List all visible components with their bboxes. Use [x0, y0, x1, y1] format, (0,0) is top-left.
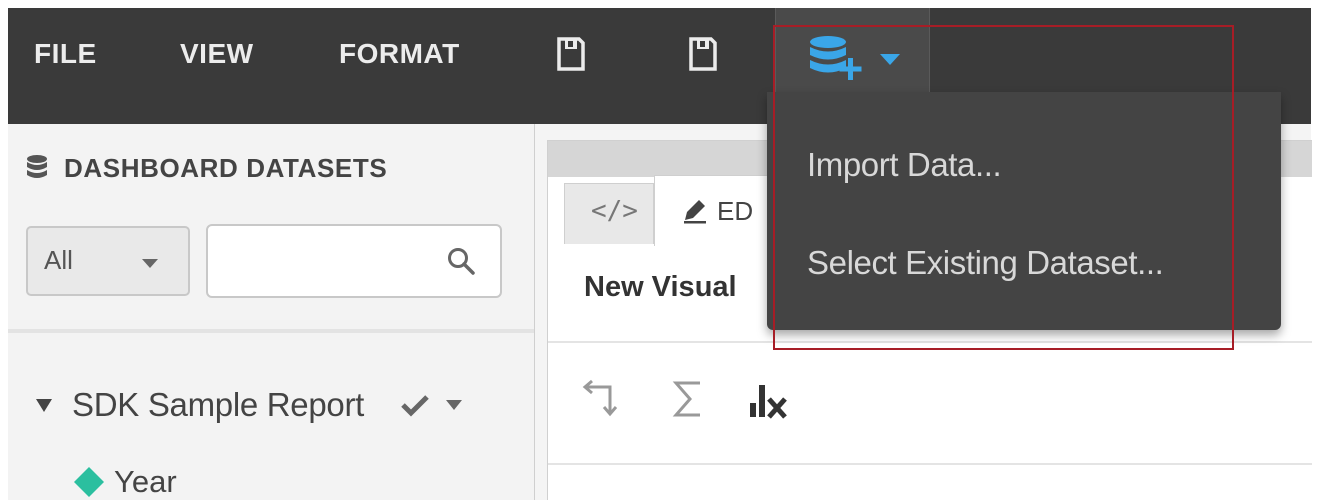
- diamond-icon: [74, 467, 104, 497]
- datasets-header: DASHBOARD DATASETS: [26, 152, 387, 184]
- menu-file[interactable]: FILE: [34, 38, 97, 70]
- pencil-icon: [684, 200, 706, 224]
- canvas-divider: [548, 463, 1312, 465]
- panel-divider: [8, 329, 534, 333]
- menu-format[interactable]: FORMAT: [339, 38, 460, 70]
- save-icon[interactable]: [556, 36, 586, 72]
- dataset-name: SDK Sample Report: [72, 386, 365, 423]
- dataset-filter-select[interactable]: All: [26, 226, 190, 296]
- add-dataset-dropdown-trigger[interactable]: [775, 8, 930, 104]
- field-label: Year: [114, 464, 177, 499]
- menu-item-select-existing-dataset[interactable]: Select Existing Dataset...: [807, 244, 1164, 282]
- app-frame: FILE VIEW FORMAT DASHBOARD DATASETS All …: [0, 0, 1319, 500]
- save-as-icon[interactable]: [688, 36, 718, 72]
- sigma-icon[interactable]: [668, 377, 708, 421]
- dataset-search-input[interactable]: [218, 236, 442, 284]
- dataset-tree-item[interactable]: SDK Sample Report: [36, 386, 463, 424]
- code-icon: </>: [591, 196, 638, 226]
- chevron-down-icon: [880, 54, 900, 65]
- panel-title: DASHBOARD DATASETS: [64, 152, 388, 183]
- database-icon: [27, 155, 47, 178]
- add-dataset-dropdown-menu: Import Data... Select Existing Dataset..…: [767, 92, 1281, 330]
- search-icon[interactable]: [446, 246, 476, 276]
- expand-triangle-icon[interactable]: [36, 398, 52, 412]
- dataset-search-box: [206, 224, 502, 298]
- database-add-icon: [810, 36, 862, 80]
- field-item-year[interactable]: Year: [72, 464, 177, 500]
- tab-code[interactable]: </>: [564, 183, 654, 244]
- datasets-panel: DASHBOARD DATASETS All SDK Sample Report: [8, 124, 535, 500]
- chevron-down-icon: [142, 259, 158, 268]
- visual-title: New Visual: [584, 271, 737, 303]
- swap-axes-icon[interactable]: [580, 377, 620, 421]
- clear-chart-icon[interactable]: [748, 377, 788, 421]
- chevron-down-icon[interactable]: [446, 400, 463, 410]
- filter-selected-value: All: [44, 245, 73, 275]
- menu-item-import-data[interactable]: Import Data...: [807, 146, 1002, 184]
- menu-view[interactable]: VIEW: [180, 38, 254, 70]
- checkmark-icon: [401, 395, 429, 417]
- tab-edit-label: ED: [717, 196, 754, 226]
- toolbar-divider: [548, 341, 1312, 343]
